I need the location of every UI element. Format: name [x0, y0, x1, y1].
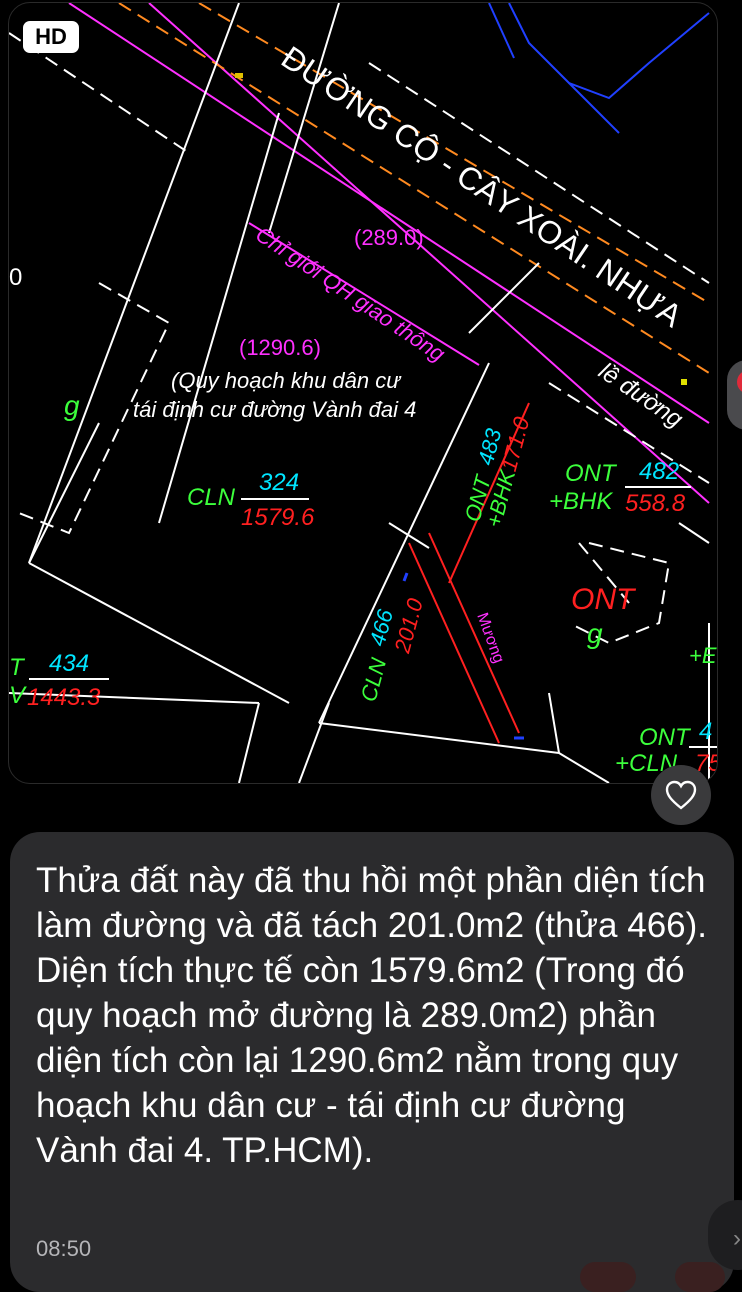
chevron-right-icon: › [733, 1225, 741, 1252]
reaction-pill-right[interactable] [675, 1262, 725, 1292]
edge-zero-label: 0 [9, 264, 22, 291]
map-image[interactable]: ĐƯỜNG CỘ - CÂY XOÀI. NHỰA Chỉ giới QH gi… [8, 2, 718, 784]
parcel-466-area: 201.0 [389, 595, 428, 656]
left-parcel-code: T [9, 654, 26, 681]
main-parcel-area: 1579.6 [241, 504, 315, 531]
building-g: g [587, 618, 603, 649]
reaction-pill-left[interactable] [580, 1262, 636, 1292]
main-parcel-code: CLN [187, 484, 236, 511]
left-parcel-number: 434 [49, 650, 89, 677]
message-time: 08:50 [36, 1236, 92, 1261]
message-text: Thửa đất này đã thu hồi một phần diện tí… [36, 861, 708, 1170]
parcel-483-code2: +BHK [481, 466, 521, 530]
parcel-482-code: ONT [565, 460, 618, 487]
building-code: ONT [571, 583, 637, 616]
parcel-482-code2: +BHK [549, 488, 613, 515]
hd-badge: HD [23, 21, 79, 53]
canal-label: Mương [473, 611, 507, 666]
parcel-482-number: 482 [639, 458, 679, 485]
left-parcel-area: 1443.3 [27, 684, 101, 711]
left-parcel-code2: V [9, 682, 27, 709]
side-reaction-bubble[interactable] [727, 360, 742, 430]
sidewalk-label: lề đường [594, 358, 688, 434]
parcel-483-area: 171.0 [496, 414, 535, 474]
edge-plus-label: +E [689, 643, 717, 668]
cadastral-map: ĐƯỜNG CỘ - CÂY XOÀI. NHỰA Chỉ giới QH gi… [9, 3, 717, 783]
main-parcel-number: 324 [259, 469, 299, 496]
bottom-right-code: ONT [639, 724, 692, 751]
heart-icon [665, 780, 697, 810]
bottom-right-number: 4 [699, 718, 712, 745]
survey-marker [235, 73, 243, 78]
plan-note-line2: tái định cư đường Vành đai 4 [133, 397, 416, 422]
react-heart-button[interactable] [651, 765, 711, 825]
road-area-label: (289.0) [354, 225, 424, 250]
parcel-482-area: 558.8 [625, 490, 686, 517]
plan-note-line1: (Quy hoạch khu dân cư [171, 368, 402, 393]
left-g: g [64, 390, 80, 421]
plan-area-label: (1290.6) [239, 335, 321, 360]
parcel-466-code: CLN [356, 655, 392, 704]
message-bubble[interactable]: Thửa đất này đã thu hồi một phần diện tí… [10, 832, 734, 1292]
